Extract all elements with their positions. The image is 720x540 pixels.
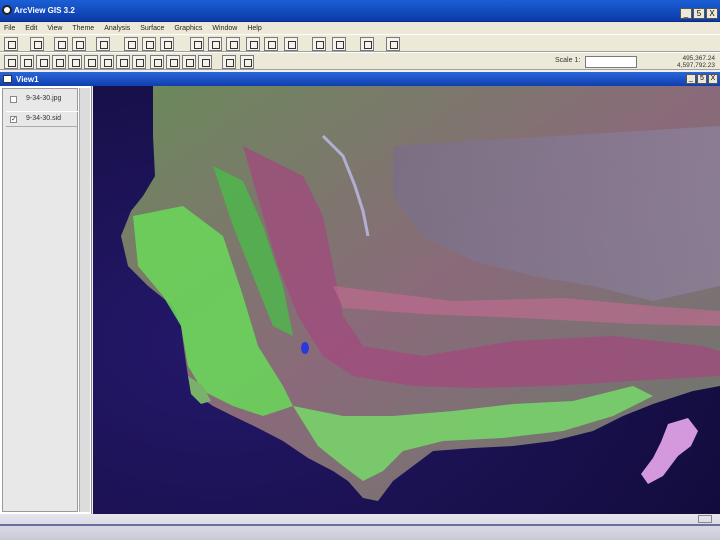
close-button[interactable]: X <box>706 8 718 19</box>
restore-button[interactable]: 5 <box>693 8 705 19</box>
locate-address-icon[interactable] <box>312 37 326 51</box>
edit-legend-icon[interactable] <box>72 37 86 51</box>
toc-scrollbar[interactable] <box>79 88 90 512</box>
identify-icon[interactable] <box>4 55 18 69</box>
hotlink-icon[interactable] <box>132 55 146 69</box>
scale-input[interactable] <box>585 56 637 68</box>
coord-x: 495,367.24 <box>682 55 715 62</box>
snap-icon[interactable] <box>222 55 236 69</box>
zoom-in-icon[interactable] <box>68 55 82 69</box>
theme-properties-icon[interactable] <box>54 37 68 51</box>
button-bar <box>0 34 720 52</box>
zoom-selected-icon[interactable] <box>160 37 174 51</box>
menu-help[interactable]: Help <box>247 25 261 32</box>
menu-graphics[interactable]: Graphics <box>174 25 202 32</box>
view-window-icon <box>3 75 12 83</box>
measure-icon[interactable] <box>116 55 130 69</box>
help-cursor-icon[interactable] <box>386 37 400 51</box>
satellite-image <box>93 86 720 514</box>
menu-analysis[interactable]: Analysis <box>104 25 130 32</box>
menu-theme[interactable]: Theme <box>72 25 94 32</box>
tool-bar: Scale 1: 495,367.24 4,597,792.23 <box>0 52 720 70</box>
graphics-icon[interactable] <box>240 55 254 69</box>
open-table-icon[interactable] <box>96 37 110 51</box>
coordinate-readout: 495,367.24 4,597,792.23 <box>655 55 715 69</box>
select-feature-icon[interactable] <box>246 37 260 51</box>
pan-icon[interactable] <box>100 55 114 69</box>
table-of-contents: 9-34-30.jpg ✓ 9-34-30.sid <box>0 86 92 514</box>
menu-file[interactable]: File <box>4 25 15 32</box>
zoom-out-fixed-icon[interactable] <box>208 37 222 51</box>
label-icon[interactable] <box>166 55 180 69</box>
zoom-in-fixed-icon[interactable] <box>190 37 204 51</box>
menu-window[interactable]: Window <box>212 25 237 32</box>
vertex-edit-icon[interactable] <box>36 55 50 69</box>
area-of-interest-icon[interactable] <box>150 55 164 69</box>
zoom-full-icon[interactable] <box>124 37 138 51</box>
menu-surface[interactable]: Surface <box>140 25 164 32</box>
arcview-logo-icon <box>2 5 12 15</box>
map-display[interactable] <box>93 86 720 514</box>
view-minimize-button[interactable]: _ <box>686 74 696 84</box>
add-theme-icon[interactable] <box>30 37 44 51</box>
layer-visibility-checkbox[interactable] <box>10 96 17 103</box>
draw-point-icon[interactable] <box>198 55 212 69</box>
clear-selection-icon[interactable] <box>264 37 278 51</box>
query-builder-icon[interactable] <box>284 37 298 51</box>
zoom-previous-icon[interactable] <box>226 37 240 51</box>
app-window: ArcView GIS 3.2 _ 5 X File Edit View The… <box>0 0 720 540</box>
menu-edit[interactable]: Edit <box>25 25 37 32</box>
layer-item[interactable]: ✓ 9-34-30.sid <box>6 111 78 127</box>
page-icon <box>698 515 712 523</box>
select-tool-icon[interactable] <box>52 55 66 69</box>
view-close-button[interactable]: X <box>708 74 718 84</box>
status-divider <box>0 524 720 526</box>
zoom-active-icon[interactable] <box>142 37 156 51</box>
coord-y: 4,597,792.23 <box>677 62 715 69</box>
scale-label: Scale 1: <box>555 57 581 64</box>
save-project-icon[interactable] <box>4 37 18 51</box>
app-title-bar: ArcView GIS 3.2 _ 5 X <box>0 0 720 22</box>
help-icon[interactable] <box>360 37 374 51</box>
view-title-bar: View1 _ 5 X <box>0 72 720 86</box>
app-title: ArcView GIS 3.2 <box>14 6 75 15</box>
find-icon[interactable] <box>332 37 346 51</box>
layer-list: 9-34-30.jpg ✓ 9-34-30.sid <box>2 88 78 512</box>
pointer-icon[interactable] <box>20 55 34 69</box>
menu-bar: File Edit View Theme Analysis Surface Gr… <box>0 22 720 34</box>
view-title: View1 <box>16 75 39 84</box>
menu-view[interactable]: View <box>47 25 62 32</box>
layer-name: 9-34-30.sid <box>26 115 62 122</box>
zoom-out-icon[interactable] <box>84 55 98 69</box>
view-restore-button[interactable]: 5 <box>697 74 707 84</box>
layer-name: 9-34-30.jpg <box>26 95 62 102</box>
status-bar <box>0 514 720 540</box>
layer-item[interactable]: 9-34-30.jpg <box>6 92 78 108</box>
layer-visibility-checkbox[interactable]: ✓ <box>10 116 17 123</box>
minimize-button[interactable]: _ <box>680 8 692 19</box>
text-tool-icon[interactable] <box>182 55 196 69</box>
